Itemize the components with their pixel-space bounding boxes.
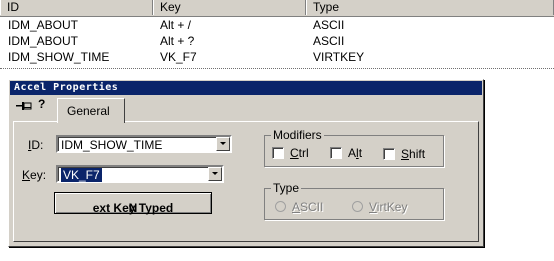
key-combobox-value[interactable]: VK_F7 (61, 168, 102, 182)
key-label: Key: (22, 168, 46, 182)
type-group: Type ASCII VirtKey (264, 181, 444, 220)
tab-general[interactable]: General (57, 98, 125, 123)
ascii-radio[interactable] (275, 201, 286, 212)
ctrl-label-rest: trl (298, 146, 309, 160)
ctrl-label[interactable]: Ctrl (290, 146, 309, 160)
table-row[interactable]: IDM_ABOUT Alt + ? ASCII (0, 33, 554, 49)
cell-key: Alt + / (160, 18, 192, 32)
id-label: ID: (28, 138, 43, 152)
alt-label-rest: t (358, 146, 363, 160)
ascii-label-rest: SCII (300, 200, 324, 214)
shift-label-rest: hift (409, 147, 426, 161)
key-label-accel: K (22, 168, 31, 182)
cell-type: ASCII (313, 34, 345, 48)
column-header-id-label: ID (7, 0, 19, 14)
cell-type: VIRTKEY (313, 50, 365, 64)
id-label-rest: D: (31, 138, 44, 152)
shift-checkbox[interactable] (383, 148, 395, 160)
column-header-type-label: Type (313, 0, 340, 14)
table-row[interactable]: IDM_SHOW_TIME VK_F7 VIRTKEY (0, 49, 554, 65)
key-dropdown-chevron-down-icon[interactable] (208, 167, 222, 181)
id-combobox-value: IDM_SHOW_TIME (61, 138, 163, 152)
virtkey-label: VirtKey (369, 200, 407, 214)
modifiers-group: Modifiers Ctrl Alt Shift (264, 128, 444, 167)
general-tab-panel: ID: IDM_SHOW_TIME Key: VK_F7 Next Key Ty… (13, 121, 479, 242)
tab-general-label: General (67, 104, 110, 118)
cell-id: IDM_SHOW_TIME (8, 50, 110, 64)
virtkey-label-rest: irtKey (376, 200, 408, 214)
pushpin-icon[interactable] (15, 99, 33, 113)
alt-checkbox[interactable] (330, 147, 342, 159)
ascii-label: ASCII (292, 200, 323, 214)
shift-label[interactable]: Shift (401, 147, 425, 161)
column-header-type[interactable]: Type (306, 0, 554, 15)
cell-key: Alt + ? (160, 34, 195, 48)
next-key-typed-rest: ext Key Typed (92, 201, 174, 215)
ascii-label-accel: A (292, 200, 301, 214)
help-icon[interactable]: ? (38, 97, 45, 111)
shift-label-accel: S (401, 147, 410, 161)
virtkey-label-accel: V (369, 200, 377, 214)
dialog-title: Accel Properties (14, 82, 119, 93)
column-header-key[interactable]: Key (153, 0, 306, 15)
cell-key: VK_F7 (160, 50, 197, 64)
next-key-typed-button[interactable]: Next Key Typed (54, 192, 212, 215)
new-item-row-focus[interactable] (0, 68, 554, 69)
cell-id: IDM_ABOUT (8, 18, 79, 32)
type-group-title: Type (271, 181, 302, 195)
cell-id: IDM_ABOUT (8, 34, 79, 48)
dialog-titlebar[interactable]: Accel Properties (10, 81, 482, 95)
modifiers-group-title: Modifiers (271, 128, 324, 142)
cell-type: ASCII (313, 18, 345, 32)
key-label-rest: ey: (30, 168, 47, 182)
alt-label-pre: A (348, 146, 357, 160)
ctrl-label-accel: C (290, 146, 299, 160)
table-header: ID Key Type (0, 0, 554, 17)
id-combobox[interactable]: IDM_SHOW_TIME (56, 135, 232, 153)
virtkey-radio[interactable] (352, 201, 363, 212)
column-header-id[interactable]: ID (0, 0, 153, 15)
ctrl-checkbox[interactable] (272, 147, 284, 159)
column-header-key-label: Key (160, 0, 181, 14)
accel-properties-dialog: Accel Properties ? General ID: IDM_SHOW_… (8, 79, 484, 247)
table-row[interactable]: IDM_ABOUT Alt + / ASCII (0, 17, 554, 33)
key-combobox[interactable]: VK_F7 (56, 165, 224, 183)
alt-label[interactable]: Alt (348, 146, 362, 160)
id-dropdown-chevron-down-icon[interactable] (216, 137, 230, 151)
